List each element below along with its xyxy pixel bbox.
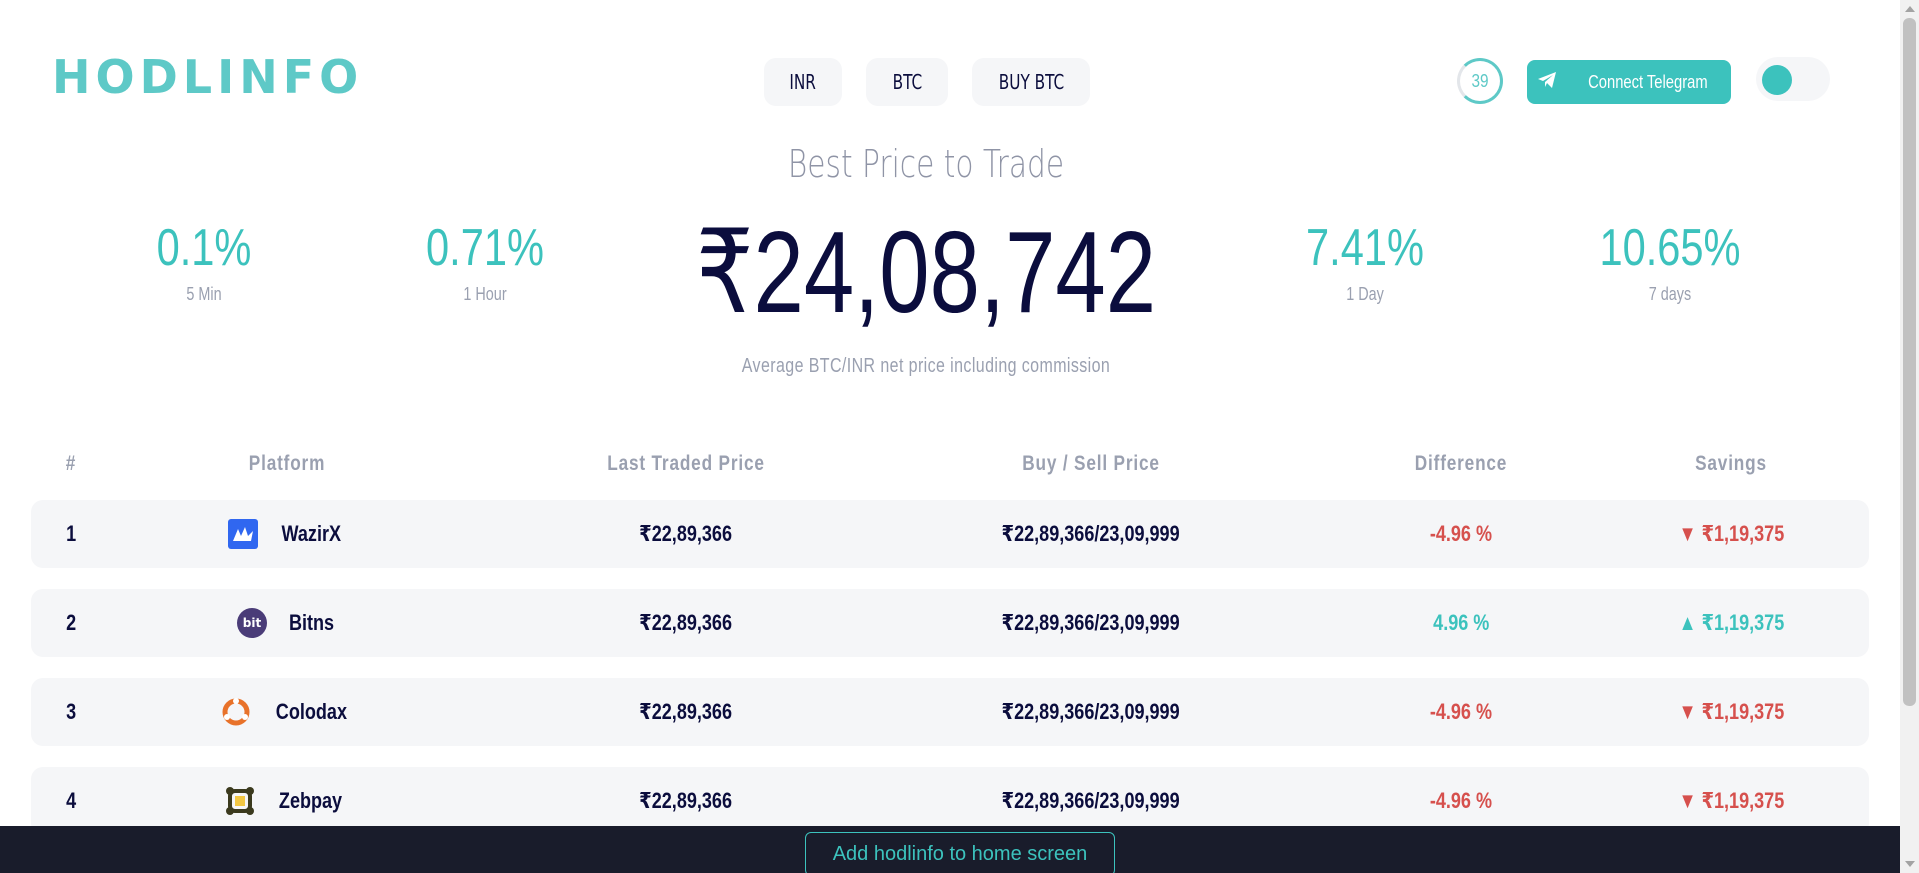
platform-cell[interactable]: Zebpay [207, 767, 367, 835]
svg-text:bit: bit [242, 616, 261, 630]
connect-telegram-button[interactable]: Connect Telegram [1527, 60, 1731, 104]
vertical-scrollbar[interactable] [1900, 0, 1919, 873]
savings-text: ▲ ₹1,19,375 [1678, 610, 1784, 635]
scroll-down-arrow-icon[interactable] [1905, 861, 1915, 867]
rank-cell: 2 [51, 589, 91, 657]
platform-name: Zebpay [279, 788, 343, 813]
refresh-timer: 39 [1457, 58, 1503, 104]
last-price-cell: ₹22,89,366 [531, 500, 841, 568]
table-row[interactable]: 2 bit Bitns ₹22,89,366 ₹22,89,366/23,09,… [31, 589, 1869, 657]
buy-sell-text: ₹22,89,366/23,09,999 [1001, 699, 1181, 724]
rank-cell: 3 [51, 678, 91, 746]
last-price-text: ₹22,89,366 [639, 788, 733, 813]
rank-cell: 4 [51, 767, 91, 835]
rank-text: 4 [65, 788, 77, 813]
nav-inr-label: INR [789, 70, 817, 94]
bottom-install-bar: Add hodlinfo to home screen [0, 826, 1900, 873]
stat-label: 1 Day [1346, 284, 1384, 304]
table-row[interactable]: 3 Colodax ₹22,89,366 ₹22,89,366/23,09,99… [31, 678, 1869, 746]
nav-inr-button[interactable]: INR [764, 58, 842, 106]
hodlinfo-logo[interactable]: HODLINFO [52, 50, 363, 104]
stat-1day: 7.41% 1 Day [1255, 218, 1475, 305]
rank-text: 3 [65, 699, 77, 724]
buy-sell-cell: ₹22,89,366/23,09,999 [941, 678, 1241, 746]
difference-cell: -4.96 % [1361, 500, 1561, 568]
difference-cell: 4.96 % [1361, 589, 1561, 657]
savings-cell: ▲ ₹1,19,375 [1631, 589, 1831, 657]
table-row[interactable]: 4 Zebpay ₹22,89,366 ₹22,89,366/23,09,999… [31, 767, 1869, 835]
savings-text: ▼ ₹1,19,375 [1678, 521, 1784, 546]
table-header: # Platform Last Traded Price Buy / Sell … [31, 452, 1869, 482]
difference-cell: -4.96 % [1361, 678, 1561, 746]
platform-cell[interactable]: bit Bitns [207, 589, 367, 657]
nav-btc-button[interactable]: BTC [866, 58, 948, 106]
column-header-savings: Savings [1695, 452, 1767, 475]
zebpay-icon [224, 785, 256, 817]
rank-text: 2 [65, 610, 77, 635]
add-to-home-label: Add hodlinfo to home screen [832, 842, 1088, 865]
last-price-text: ₹22,89,366 [639, 699, 733, 724]
column-header-last-traded: Last Traded Price [607, 452, 765, 475]
rank-text: 1 [65, 521, 77, 546]
platform-name: WazirX [281, 521, 341, 546]
savings-text: ▼ ₹1,19,375 [1678, 699, 1784, 724]
nav-btc-label: BTC [892, 70, 922, 94]
last-price-cell: ₹22,89,366 [531, 589, 841, 657]
scrollbar-thumb[interactable] [1903, 18, 1916, 706]
savings-cell: ▼ ₹1,19,375 [1631, 678, 1831, 746]
platform-cell[interactable]: Colodax [207, 678, 367, 746]
toggle-knob [1762, 65, 1792, 95]
last-price-text: ₹22,89,366 [639, 521, 733, 546]
stat-value: 7.41% [1306, 219, 1424, 277]
theme-toggle[interactable] [1756, 57, 1830, 101]
platform-name: Colodax [275, 699, 347, 724]
savings-cell: ▼ ₹1,19,375 [1631, 500, 1831, 568]
stat-value: 10.65% [1599, 219, 1741, 277]
table-row[interactable]: 1 WazirX ₹22,89,366 ₹22,89,366/23,09,999… [31, 500, 1869, 568]
difference-text: -4.96 % [1429, 788, 1493, 813]
bitns-icon: bit [236, 607, 268, 639]
buy-sell-cell: ₹22,89,366/23,09,999 [941, 500, 1241, 568]
column-header-rank: # [65, 452, 77, 475]
stat-7days: 10.65% 7 days [1560, 218, 1780, 305]
wazirx-icon [227, 518, 259, 550]
timer-value: 39 [1471, 70, 1489, 91]
add-to-home-screen-button[interactable]: Add hodlinfo to home screen [805, 832, 1115, 873]
buy-sell-cell: ₹22,89,366/23,09,999 [941, 589, 1241, 657]
page: HODLINFO INR BTC BUY BTC 39 Connect Tele… [0, 0, 1900, 873]
buy-sell-text: ₹22,89,366/23,09,999 [1001, 521, 1181, 546]
telegram-label: Connect Telegram [1588, 71, 1708, 92]
buy-sell-text: ₹22,89,366/23,09,999 [1001, 788, 1181, 813]
column-header-platform: Platform [248, 452, 326, 475]
hero-subtitle: Average BTC/INR net price including comm… [741, 355, 1111, 377]
difference-text: -4.96 % [1429, 699, 1493, 724]
nav-buy-btc-button[interactable]: BUY BTC [972, 58, 1090, 106]
column-header-buy-sell: Buy / Sell Price [1022, 452, 1160, 475]
paper-plane-icon [1537, 71, 1557, 94]
stat-label: 7 days [1648, 284, 1692, 304]
rank-cell: 1 [51, 500, 91, 568]
difference-text: 4.96 % [1432, 610, 1490, 635]
hero-title: Best Price to Trade [787, 142, 1065, 186]
scroll-up-arrow-icon[interactable] [1905, 6, 1915, 12]
nav-buy-btc-label: BUY BTC [998, 70, 1064, 94]
last-price-cell: ₹22,89,366 [531, 767, 841, 835]
savings-text: ▼ ₹1,19,375 [1678, 788, 1784, 813]
difference-text: -4.96 % [1429, 521, 1493, 546]
difference-cell: -4.96 % [1361, 767, 1561, 835]
last-price-cell: ₹22,89,366 [531, 678, 841, 746]
buy-sell-cell: ₹22,89,366/23,09,999 [941, 767, 1241, 835]
platform-name: Bitns [288, 610, 334, 635]
savings-cell: ▼ ₹1,19,375 [1631, 767, 1831, 835]
column-header-difference: Difference [1414, 452, 1508, 475]
buy-sell-text: ₹22,89,366/23,09,999 [1001, 610, 1181, 635]
colodax-icon [220, 696, 252, 728]
last-price-text: ₹22,89,366 [639, 610, 733, 635]
platform-cell[interactable]: WazirX [207, 500, 367, 568]
